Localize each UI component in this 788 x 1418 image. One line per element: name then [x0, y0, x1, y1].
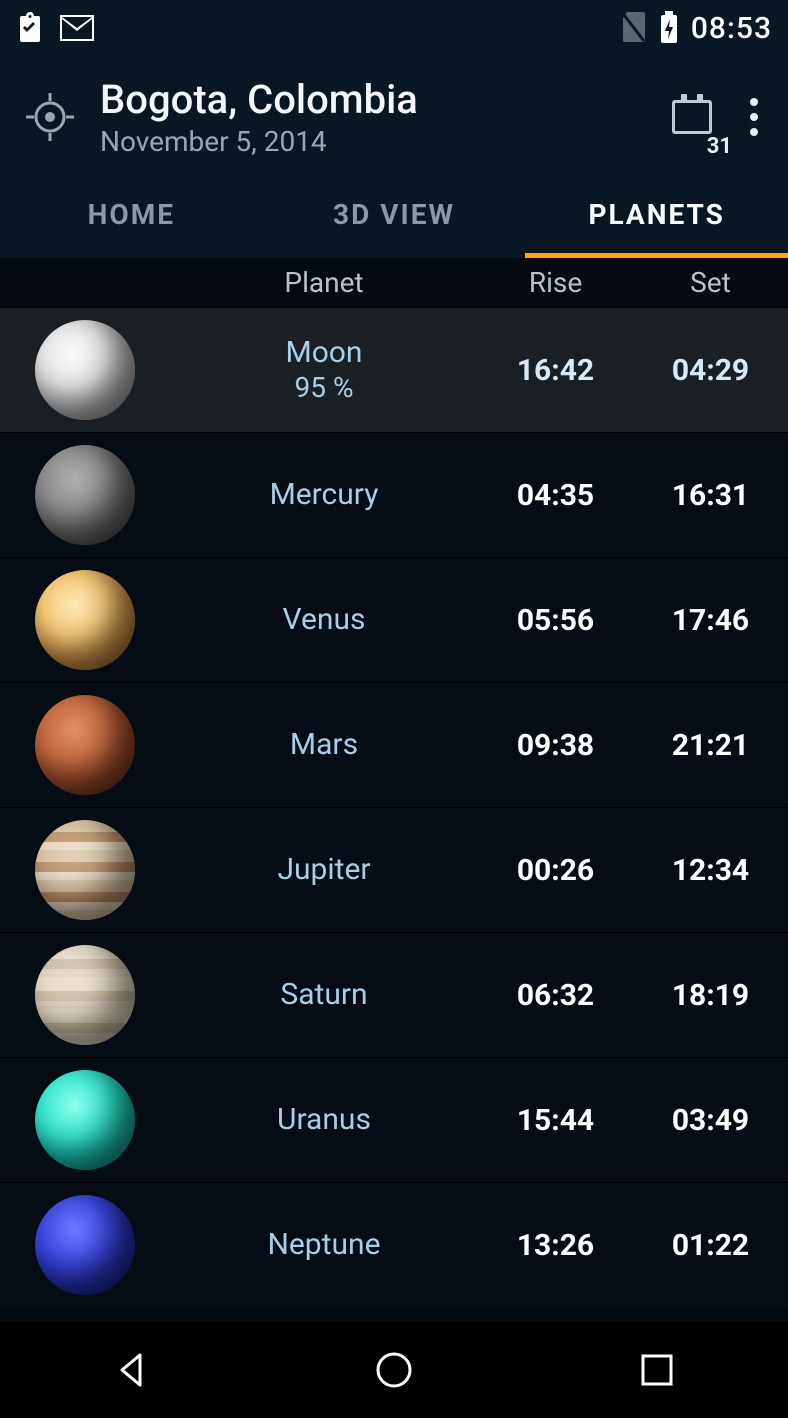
moon-icon — [35, 320, 135, 420]
rise-time: 09:38 — [478, 728, 633, 763]
planet-name: Mars — [170, 727, 478, 763]
calendar-day-label: 31 — [705, 134, 734, 159]
no-sim-icon — [621, 12, 647, 44]
status-bar: 08:53 — [0, 0, 788, 56]
venus-icon — [35, 570, 135, 670]
rise-time: 15:44 — [478, 1103, 633, 1138]
tab-3d-view[interactable]: 3D VIEW — [263, 180, 526, 258]
location-button[interactable] — [20, 91, 80, 143]
saturn-icon — [35, 945, 135, 1045]
table-row-jupiter[interactable]: Jupiter00:2612:34 — [0, 807, 788, 932]
planet-name: Jupiter — [170, 852, 478, 888]
table-row-venus[interactable]: Venus05:5617:46 — [0, 557, 788, 682]
nav-home-button[interactable] — [364, 1340, 424, 1400]
set-time: 04:29 — [633, 353, 788, 388]
planet-name: Mercury — [170, 477, 478, 513]
table-row-saturn[interactable]: Saturn06:3218:19 — [0, 932, 788, 1057]
clipboard-icon — [16, 12, 44, 44]
rise-time: 00:26 — [478, 853, 633, 888]
jupiter-icon — [35, 820, 135, 920]
planet-name: Saturn — [170, 977, 478, 1013]
planet-name: Moon95 % — [170, 335, 478, 405]
neptune-icon — [35, 1195, 135, 1295]
table-row-mars[interactable]: Mars09:3821:21 — [0, 682, 788, 807]
rise-time: 04:35 — [478, 478, 633, 513]
overflow-menu-button[interactable] — [750, 98, 760, 136]
tab-bar: HOME3D VIEWPLANETS — [0, 180, 788, 258]
planet-subline: 95 % — [170, 371, 478, 405]
table-header: Planet Rise Set — [0, 258, 788, 307]
table-row-moon[interactable]: Moon95 %16:4204:29 — [0, 307, 788, 432]
battery-charging-icon — [659, 11, 679, 45]
clock-text: 08:53 — [691, 11, 772, 46]
uranus-icon — [35, 1070, 135, 1170]
location-title: Bogota, Colombia — [100, 76, 644, 123]
mars-icon — [35, 695, 135, 795]
tab-planets[interactable]: PLANETS — [525, 180, 788, 258]
rise-time: 05:56 — [478, 603, 633, 638]
planet-name: Uranus — [170, 1102, 478, 1138]
rise-time: 13:26 — [478, 1228, 633, 1263]
set-time: 17:46 — [633, 603, 788, 638]
set-time: 03:49 — [633, 1103, 788, 1138]
planet-name: Venus — [170, 602, 478, 638]
title-block[interactable]: Bogota, Colombia November 5, 2014 — [100, 76, 644, 158]
rise-time: 06:32 — [478, 978, 633, 1013]
app-header: Bogota, Colombia November 5, 2014 31 — [0, 56, 788, 180]
col-header-rise: Rise — [478, 266, 633, 299]
nav-recent-button[interactable] — [627, 1340, 687, 1400]
table-row-uranus[interactable]: Uranus15:4403:49 — [0, 1057, 788, 1182]
col-header-set: Set — [633, 266, 788, 299]
set-time: 01:22 — [633, 1228, 788, 1263]
system-nav-bar — [0, 1322, 788, 1418]
tab-home[interactable]: HOME — [0, 180, 263, 258]
calendar-button[interactable]: 31 — [664, 89, 720, 145]
rise-time: 16:42 — [478, 353, 633, 388]
mercury-icon — [35, 445, 135, 545]
col-header-planet: Planet — [170, 266, 478, 299]
date-subtitle: November 5, 2014 — [100, 125, 644, 158]
screen: 08:53 Bogota, Colombia November 5, 2014 … — [0, 0, 788, 1418]
set-time: 12:34 — [633, 853, 788, 888]
set-time: 18:19 — [633, 978, 788, 1013]
nav-back-button[interactable] — [101, 1340, 161, 1400]
planets-table: Planet Rise Set Moon95 %16:4204:29Mercur… — [0, 258, 788, 1322]
calendar-icon — [672, 100, 712, 134]
set-time: 16:31 — [633, 478, 788, 513]
set-time: 21:21 — [633, 728, 788, 763]
table-row-neptune[interactable]: Neptune13:2601:22 — [0, 1182, 788, 1307]
mail-icon — [60, 15, 94, 41]
table-row-mercury[interactable]: Mercury04:3516:31 — [0, 432, 788, 557]
planet-name: Neptune — [170, 1227, 478, 1263]
